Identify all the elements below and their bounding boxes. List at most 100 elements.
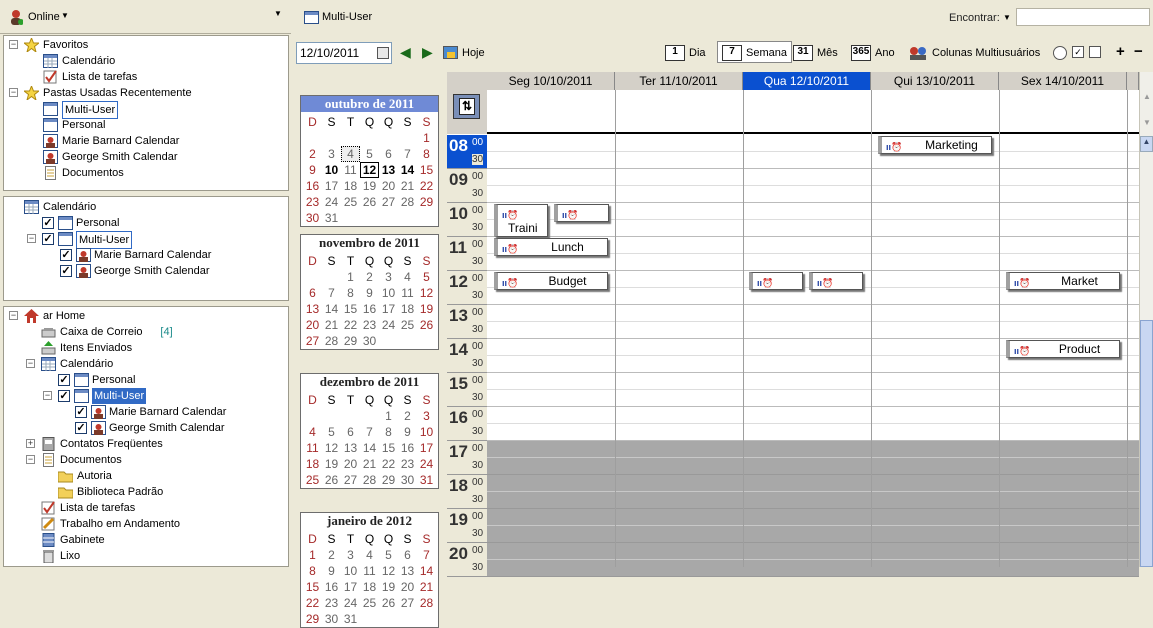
collapse-icon[interactable]: −: [9, 40, 18, 49]
zoom-out-button[interactable]: −: [1134, 43, 1143, 60]
mini-day[interactable]: 30: [322, 611, 341, 627]
mini-day[interactable]: 2: [398, 408, 417, 424]
status-label[interactable]: Online: [28, 11, 60, 23]
mini-day[interactable]: 16: [398, 440, 417, 456]
time-slot[interactable]: [487, 458, 1139, 475]
mini-day[interactable]: 21: [360, 456, 379, 472]
view-button-semana[interactable]: 7 Semana: [717, 41, 792, 63]
mini-day[interactable]: 9: [398, 424, 417, 440]
mini-day[interactable]: 15: [417, 162, 436, 178]
mini-day[interactable]: 13: [303, 301, 322, 317]
day-header[interactable]: Qui 13/10/2011: [871, 72, 999, 90]
tree-item-favoritos[interactable]: − Favoritos: [4, 36, 288, 54]
mini-day[interactable]: 10: [379, 285, 398, 301]
mini-day[interactable]: 4: [303, 424, 322, 440]
checkbox[interactable]: ✓: [42, 233, 54, 245]
mini-day[interactable]: 1: [379, 408, 398, 424]
vertical-scrollbar[interactable]: ▲ ▼ ▲: [1139, 72, 1153, 567]
mini-calendar[interactable]: outubro de 2011 D S T Q Q S S 1 2 3 4 5 6 7 8 9 10 11 12 13 1…: [300, 95, 439, 227]
mini-day[interactable]: 18: [360, 579, 379, 595]
tree-item-marie-barnard-calendar[interactable]: ✓ Marie Barnard Calendar: [4, 247, 288, 263]
collapse-icon[interactable]: −: [26, 455, 35, 464]
tree-item-ar-home[interactable]: − ar Home: [4, 308, 288, 324]
calendar-event[interactable]: ıı⏰ Marketing: [878, 136, 992, 154]
mini-day[interactable]: 27: [303, 333, 322, 349]
mini-day[interactable]: 30: [303, 210, 322, 226]
mini-day[interactable]: 28: [322, 333, 341, 349]
mini-calendar[interactable]: novembro de 2011 D S T Q Q S S 1 2 3 4 5 6 7 8 9 10 11 12 13…: [300, 234, 439, 350]
mini-day[interactable]: 26: [360, 194, 379, 210]
time-slot[interactable]: [487, 390, 1139, 407]
mini-day[interactable]: 12: [417, 285, 436, 301]
task-icon[interactable]: ✓: [1072, 46, 1084, 58]
collapse-icon[interactable]: −: [9, 311, 18, 320]
mini-day[interactable]: 31: [341, 611, 360, 627]
mini-day[interactable]: 15: [379, 440, 398, 456]
sort-toggle-icon[interactable]: ⇅: [453, 94, 480, 119]
calendar-event[interactable]: ıı⏰ Budget: [494, 272, 608, 290]
mini-day[interactable]: 12: [360, 162, 379, 178]
collapse-icon[interactable]: −: [9, 88, 18, 97]
time-slot[interactable]: [487, 424, 1139, 441]
scroll-up-arrow-icon[interactable]: ▲: [1140, 136, 1153, 152]
time-slot[interactable]: [487, 135, 1139, 152]
mini-day[interactable]: 4: [360, 547, 379, 563]
mini-day[interactable]: 3: [322, 146, 341, 162]
mini-day[interactable]: 14: [360, 440, 379, 456]
tree-item-pastas-usadas-recentemente[interactable]: − Pastas Usadas Recentemente: [4, 84, 288, 102]
checkbox[interactable]: ✓: [60, 265, 72, 277]
mini-day[interactable]: 29: [341, 333, 360, 349]
mini-day[interactable]: 24: [322, 194, 341, 210]
mini-day[interactable]: 21: [322, 317, 341, 333]
tree-item-lixo[interactable]: Lixo: [4, 548, 288, 564]
mini-day[interactable]: 26: [322, 472, 341, 488]
mini-day[interactable]: 3: [417, 408, 436, 424]
mini-day[interactable]: 25: [303, 472, 322, 488]
tree-item-multi-user[interactable]: Multi-User: [4, 101, 288, 119]
mini-day[interactable]: 29: [379, 472, 398, 488]
tree-item-george-smith-calendar[interactable]: George Smith Calendar: [4, 149, 288, 165]
note-icon[interactable]: [1089, 46, 1101, 58]
time-slot[interactable]: [487, 492, 1139, 509]
time-slot[interactable]: [487, 441, 1139, 458]
date-field[interactable]: 12/10/2011: [296, 42, 392, 64]
mini-day[interactable]: 22: [341, 317, 360, 333]
scroll-thumb[interactable]: [1140, 320, 1153, 567]
mini-day[interactable]: 8: [303, 563, 322, 579]
tree-item-biblioteca-padr-o[interactable]: Biblioteca Padrão: [4, 484, 288, 500]
view-button-colunas-multiusu-rios[interactable]: Colunas Multiusuários: [908, 42, 1040, 64]
mini-day[interactable]: 10: [341, 563, 360, 579]
mini-day[interactable]: 27: [341, 472, 360, 488]
mini-calendar[interactable]: janeiro de 2012 D S T Q Q S S 1 2 3 4 5 6 7 8 9 10 11 12 13 1…: [300, 512, 439, 628]
time-slot[interactable]: [487, 560, 1139, 577]
week-grid[interactable]: ⇅ Seg 10/10/2011 Ter 11/10/2011 Qua 12/10/…: [447, 72, 1139, 577]
mini-day[interactable]: 16: [360, 301, 379, 317]
tree-item-documentos[interactable]: Documentos: [4, 165, 288, 181]
tree-item-calend-rio[interactable]: Calendário: [4, 199, 288, 215]
mini-day[interactable]: 16: [322, 579, 341, 595]
mini-day[interactable]: 1: [341, 269, 360, 285]
collapse-icon[interactable]: −: [43, 391, 52, 400]
time-slot[interactable]: [487, 373, 1139, 390]
tree-item-personal[interactable]: ✓ Personal: [4, 215, 288, 231]
mini-day[interactable]: 26: [417, 317, 436, 333]
calendar-event[interactable]: ıı⏰: [554, 204, 609, 222]
tree-item-documentos[interactable]: − Documentos: [4, 452, 288, 468]
mini-day[interactable]: 3: [379, 269, 398, 285]
mini-day[interactable]: 7: [417, 547, 436, 563]
mini-day[interactable]: 10: [322, 162, 341, 178]
mini-day[interactable]: 25: [398, 317, 417, 333]
mini-day[interactable]: 31: [417, 472, 436, 488]
calendar-picker-icon[interactable]: [377, 47, 389, 59]
mini-day[interactable]: 20: [379, 178, 398, 194]
mini-day[interactable]: 17: [341, 579, 360, 595]
mini-day[interactable]: 9: [360, 285, 379, 301]
mini-day[interactable]: 14: [417, 563, 436, 579]
view-button-m-s[interactable]: 31 Mês: [793, 42, 838, 64]
mini-day[interactable]: 26: [379, 595, 398, 611]
tree-item-autoria[interactable]: Autoria: [4, 468, 288, 484]
mini-day[interactable]: 23: [303, 194, 322, 210]
tree-item-marie-barnard-calendar[interactable]: ✓ Marie Barnard Calendar: [4, 404, 288, 420]
mini-day[interactable]: 28: [417, 595, 436, 611]
mini-day[interactable]: 5: [322, 424, 341, 440]
